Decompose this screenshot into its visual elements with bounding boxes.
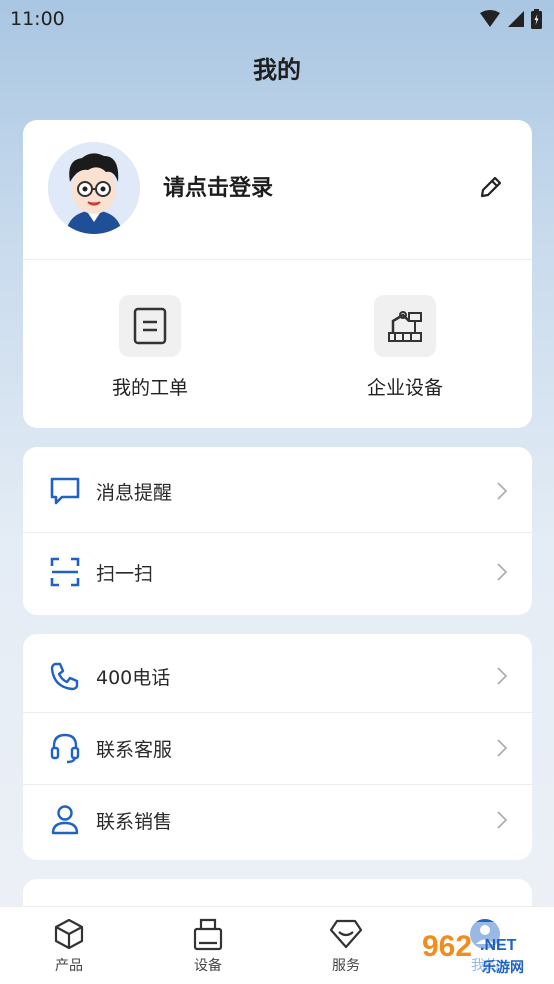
- scan-icon: [49, 556, 81, 588]
- work-order-icon-box: [119, 295, 181, 357]
- edit-profile-button[interactable]: [476, 172, 506, 202]
- message-icon: [49, 475, 81, 507]
- work-order-icon: [133, 307, 167, 345]
- cube-icon: [54, 918, 84, 950]
- menu-item-label: 400电话: [96, 666, 171, 689]
- avatar[interactable]: [48, 142, 140, 234]
- pencil-icon: [480, 176, 502, 198]
- menu-item-messages[interactable]: 消息提醒: [23, 451, 532, 531]
- tab-label: 产品: [55, 958, 83, 974]
- tab-services[interactable]: 服务: [306, 917, 386, 975]
- diamond-icon: [329, 919, 363, 949]
- quick-action-work-order[interactable]: 我的工单: [70, 295, 230, 400]
- chevron-right-icon: [497, 482, 508, 500]
- menu-item-customer-service[interactable]: 联系客服: [23, 708, 532, 788]
- menu-item-label: 扫一扫: [96, 562, 154, 585]
- menu-item-sales[interactable]: 联系销售: [23, 780, 532, 860]
- avatar-cartoon-icon: [48, 142, 140, 234]
- chevron-right-icon: [497, 667, 508, 685]
- quick-action-label: 我的工单: [111, 377, 188, 399]
- page-title: 我的: [253, 56, 301, 84]
- chevron-right-icon: [497, 563, 508, 581]
- profile-divider: [23, 259, 532, 260]
- menu-group-contact: 400电话 联系客服 联系销售: [23, 634, 532, 860]
- menu-group-notifications: 消息提醒 扫一扫: [23, 447, 532, 615]
- battery-icon: [531, 9, 542, 29]
- quick-action-label: 企业设备: [366, 377, 443, 399]
- status-bar: 11:00: [0, 0, 554, 38]
- menu-item-label: 消息提醒: [96, 481, 173, 504]
- menu-item-label: 联系销售: [96, 810, 173, 833]
- watermark-logo: 962 .NET 乐游网: [410, 916, 550, 982]
- tab-products[interactable]: 产品: [29, 917, 109, 975]
- profile-card: 请点击登录 我的工单 企业设备: [23, 120, 532, 428]
- svg-text:.NET: .NET: [480, 937, 517, 954]
- quick-action-enterprise-equipment[interactable]: 企业设备: [325, 295, 485, 400]
- tab-label: 服务: [332, 958, 360, 974]
- headset-icon: [49, 732, 81, 764]
- tab-devices[interactable]: 设备: [168, 917, 248, 975]
- signal-icon: [508, 11, 524, 27]
- menu-item-label: 联系客服: [96, 738, 173, 761]
- tab-label: 设备: [194, 958, 222, 974]
- menu-item-400-phone[interactable]: 400电话: [23, 636, 532, 716]
- enterprise-equipment-icon-box: [374, 295, 436, 357]
- device-icon: [193, 918, 223, 951]
- menu-item-scan[interactable]: 扫一扫: [23, 532, 532, 612]
- chevron-right-icon: [497, 811, 508, 829]
- svg-text:乐游网: 乐游网: [482, 959, 524, 976]
- user-icon: [49, 804, 81, 836]
- chevron-right-icon: [497, 739, 508, 757]
- phone-icon: [49, 660, 81, 692]
- status-icons: [479, 9, 542, 29]
- wifi-icon: [480, 10, 500, 27]
- svg-text:962: 962: [422, 930, 472, 963]
- login-prompt[interactable]: 请点击登录: [163, 170, 273, 202]
- watermark-icon: 962 .NET 乐游网: [412, 922, 548, 978]
- enterprise-equipment-icon: [388, 311, 422, 342]
- status-time: 11:00: [10, 8, 65, 30]
